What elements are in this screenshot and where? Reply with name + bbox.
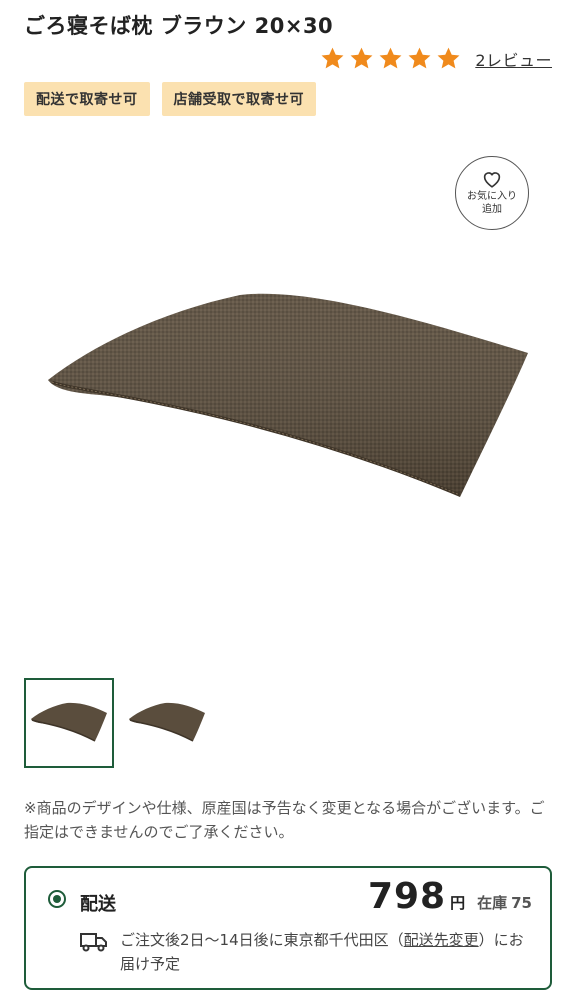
thumbnail-image [129,702,205,742]
rating-row: 2レビュー [320,46,552,71]
stock-label: 在庫 [477,894,508,912]
product-title: ごろ寝そば枕 ブラウン 20×30 [24,14,334,38]
delivery-estimate: ご注文後2日〜14日後に東京都千代田区（配送先変更）にお届け予定 [120,928,532,976]
thumbnail-2[interactable] [122,678,212,768]
favorite-label-line1: お気に入り [467,191,517,202]
delivery-radio[interactable] [48,890,66,908]
price-group: 798 円 在庫 75 [368,876,532,917]
delivery-option-card[interactable]: 配送 798 円 在庫 75 ご注文後2日〜14日後に東京都千代田区（配送先変更… [24,866,552,990]
truck-icon [80,933,107,952]
stock-count: 75 [511,894,532,912]
delivery-estimate-prefix: ご注文後2日〜14日後に東京都千代田区（ [120,931,404,949]
review-count-link[interactable]: 2レビュー [475,47,552,71]
product-main-image [48,293,528,497]
tag-delivery-order: 配送で取寄せ可 [24,82,150,116]
star-icon [379,47,402,69]
star-icon [408,47,431,69]
change-address-link[interactable]: 配送先変更 [404,931,479,949]
star-icon [350,47,373,69]
tag-store-pickup-order: 店舗受取で取寄せ可 [161,82,316,116]
thumbnail-image [31,702,107,742]
favorite-label-line2: 追加 [482,204,502,215]
heart-icon [483,172,501,188]
rating-stars [320,46,461,71]
product-notice: ※商品のデザインや仕様、原産国は予告なく変更となる場合がございます。ご指定はでき… [24,799,545,841]
star-icon [437,47,460,69]
star-icon [321,47,344,69]
thumbnail-1[interactable] [24,678,114,768]
price-currency: 円 [450,894,466,912]
add-favorite-button[interactable]: お気に入り 追加 [455,156,529,230]
availability-tags: 配送で取寄せ可 店舗受取で取寄せ可 [24,82,316,116]
price-value: 798 [367,876,447,917]
thumbnail-strip [24,678,212,768]
delivery-label: 配送 [80,894,116,915]
